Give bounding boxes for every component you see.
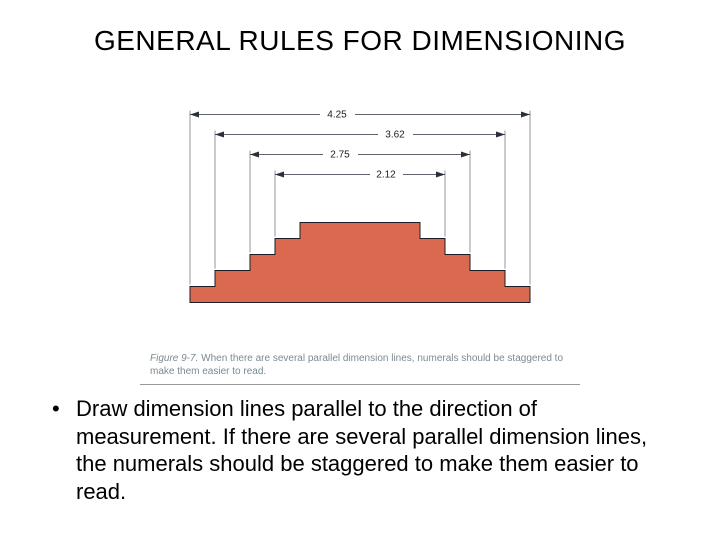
dim-3-62: 3.62 bbox=[215, 130, 505, 141]
caption-text: When there are several parallel dimensio… bbox=[150, 353, 563, 377]
slide: GENERAL RULES FOR DIMENSIONING bbox=[0, 0, 720, 540]
page-title: GENERAL RULES FOR DIMENSIONING bbox=[40, 25, 680, 57]
dimension-figure: 4.25 3.62 2.75 bbox=[145, 75, 575, 335]
bullet-text: Draw dimension lines parallel to the dir… bbox=[40, 395, 680, 505]
dim-value: 2.12 bbox=[376, 170, 396, 181]
stepped-shape bbox=[190, 223, 530, 303]
dim-value: 3.62 bbox=[385, 130, 405, 141]
figure-caption: Figure 9-7. When there are several paral… bbox=[140, 353, 580, 385]
caption-label: Figure 9-7. bbox=[150, 353, 198, 364]
dim-value: 4.25 bbox=[327, 110, 347, 121]
dim-value: 2.75 bbox=[330, 150, 350, 161]
dim-4-25: 4.25 bbox=[190, 110, 530, 121]
dimension-lines: 4.25 3.62 2.75 bbox=[190, 110, 530, 181]
figure-caption-wrap: Figure 9-7. When there are several paral… bbox=[140, 353, 580, 385]
dim-2-12: 2.12 bbox=[275, 170, 445, 181]
dim-2-75: 2.75 bbox=[250, 150, 470, 161]
